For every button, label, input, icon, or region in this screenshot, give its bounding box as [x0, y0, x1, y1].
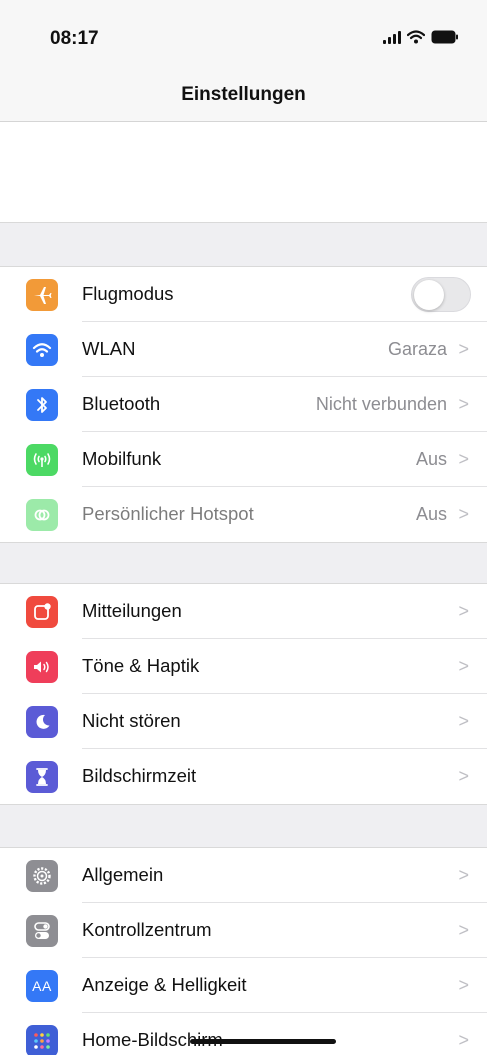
chevron-right-icon: > — [458, 920, 469, 940]
chevron-right-icon: > — [458, 865, 469, 885]
row-value: Aus — [415, 449, 447, 469]
row-label: Flugmodus — [82, 283, 174, 304]
row-label: Mitteilungen — [82, 600, 182, 621]
settings-row-toene-haptik[interactable]: Töne & Haptik > — [0, 639, 487, 694]
row-value: Nicht verbunden — [315, 394, 447, 414]
settings-row-kontrollzentrum[interactable]: Kontrollzentrum > — [0, 903, 487, 958]
chevron-right-icon: > — [458, 504, 469, 524]
notifications-icon — [26, 596, 58, 628]
section-gap — [0, 804, 487, 848]
airplane-icon — [26, 279, 58, 311]
row-label: Bildschirmzeit — [82, 765, 197, 786]
settings-row-allgemein[interactable]: Allgemein > — [0, 848, 487, 903]
speaker-icon — [26, 651, 58, 683]
row-value: Garaza — [387, 339, 447, 359]
status-time: 08:17 — [50, 28, 99, 49]
switches-icon — [26, 915, 58, 947]
text-size-icon-glyph: AA — [32, 978, 52, 994]
chevron-right-icon: > — [458, 339, 469, 359]
row-label: Töne & Haptik — [82, 655, 200, 676]
airplane-mode-toggle[interactable] — [411, 277, 471, 312]
hotspot-icon — [26, 499, 58, 531]
settings-row-nicht-stoeren[interactable]: Nicht stören > — [0, 694, 487, 749]
row-label: Kontrollzentrum — [82, 919, 212, 940]
text-size-icon: AA — [26, 970, 58, 1002]
settings-row-home-bildschirm[interactable]: Home-Bildschirm > — [0, 1013, 487, 1055]
settings-row-mitteilungen[interactable]: Mitteilungen > — [0, 584, 487, 639]
row-label: Persönlicher Hotspot — [82, 503, 254, 524]
hourglass-icon — [26, 761, 58, 793]
bluetooth-icon — [26, 389, 58, 421]
chevron-right-icon: > — [458, 449, 469, 469]
search-area — [0, 122, 487, 222]
row-value: Aus — [415, 504, 447, 524]
top-bar: 08:17 Einstellungen — [0, 0, 487, 122]
row-label: Mobilfunk — [82, 448, 162, 469]
settings-row-anzeige[interactable]: AA Anzeige & Helligkeit > — [0, 958, 487, 1013]
settings-screen: 08:17 Einstellungen Flugmodus WLAN Garaz… — [0, 0, 487, 1055]
chevron-right-icon: > — [458, 711, 469, 731]
chevron-right-icon: > — [458, 656, 469, 676]
settings-row-hotspot[interactable]: Persönlicher Hotspot Aus > — [0, 487, 487, 542]
settings-row-bluetooth[interactable]: Bluetooth Nicht verbunden > — [0, 377, 487, 432]
toggle-knob — [414, 280, 444, 310]
chevron-right-icon: > — [458, 975, 469, 995]
page-title: Einstellungen — [181, 84, 306, 105]
home-indicator[interactable] — [190, 1039, 336, 1044]
app-grid-icon — [26, 1025, 58, 1055]
chevron-right-icon: > — [458, 1030, 469, 1050]
chevron-right-icon: > — [458, 394, 469, 414]
wifi-status-icon — [407, 30, 425, 44]
settings-row-mobilfunk[interactable]: Mobilfunk Aus > — [0, 432, 487, 487]
row-label: WLAN — [82, 338, 136, 359]
row-label: Allgemein — [82, 864, 164, 885]
row-label: Nicht stören — [82, 710, 181, 731]
moon-icon — [26, 706, 58, 738]
wifi-icon — [26, 334, 58, 366]
section-gap — [0, 542, 487, 584]
status-icons — [383, 30, 459, 44]
row-label: Anzeige & Helligkeit — [82, 974, 247, 995]
section-gap — [0, 222, 487, 267]
antenna-icon — [26, 444, 58, 476]
battery-icon — [431, 30, 459, 44]
chevron-right-icon: > — [458, 766, 469, 786]
chevron-right-icon: > — [458, 601, 469, 621]
settings-row-wlan[interactable]: WLAN Garaza > — [0, 322, 487, 377]
settings-row-bildschirmzeit[interactable]: Bildschirmzeit > — [0, 749, 487, 804]
row-label: Bluetooth — [82, 393, 161, 414]
settings-row-flugmodus[interactable]: Flugmodus — [0, 267, 487, 322]
cellular-signal-icon — [383, 30, 401, 44]
gear-icon — [26, 860, 58, 892]
